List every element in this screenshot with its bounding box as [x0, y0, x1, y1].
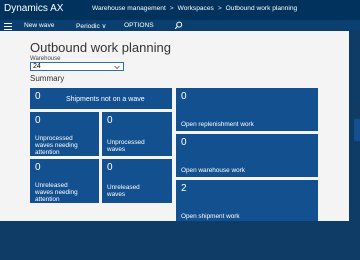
tile-label-line: Unprocessed	[35, 135, 73, 142]
tile-count: 2	[181, 183, 187, 194]
breadcrumb: Warehouse management > Workspaces > Outbound…	[92, 5, 297, 12]
chevron-down-icon	[114, 65, 120, 70]
summary-section-label: Summary	[30, 74, 65, 83]
tile-open-warehouse-work[interactable]: 0 Open warehouse work	[176, 134, 318, 177]
next-section-label: S	[353, 105, 358, 111]
breadcrumb-workspaces[interactable]: Workspaces	[178, 5, 214, 12]
tile-count: 0	[35, 91, 41, 102]
tile-count: 0	[35, 115, 41, 126]
page-title: Outbound work planning	[30, 40, 171, 55]
options-button[interactable]: OPTIONS	[124, 22, 154, 29]
search-icon[interactable]	[174, 21, 183, 30]
tile-label-line: Unreleased	[107, 184, 140, 191]
tile-label-line: waves	[107, 146, 126, 153]
tile-label-line: waves	[107, 191, 126, 198]
tile-open-replenishment-work[interactable]: 0 Open replenishment work	[176, 88, 318, 131]
tile-count: 0	[107, 115, 113, 126]
tile-label-line: Unprocessed	[107, 139, 145, 146]
tile-label-line: attention	[35, 196, 60, 203]
app-name[interactable]: Dynamics AX	[4, 3, 63, 14]
tile-count: 0	[181, 91, 187, 102]
warehouse-select[interactable]: 24	[30, 62, 124, 71]
breadcrumb-warehouse-management[interactable]: Warehouse management	[92, 5, 166, 12]
breadcrumb-outbound-work-planning[interactable]: Outbound work planning	[226, 5, 297, 12]
hamburger-menu-icon[interactable]	[4, 21, 12, 30]
tile-unprocessed-waves-needing-attention[interactable]: 0 Unprocessed waves needing attention	[30, 112, 99, 156]
breadcrumb-separator: >	[169, 5, 174, 12]
tile-count: 0	[35, 162, 41, 173]
breadcrumb-separator: >	[217, 5, 222, 12]
tile-label-line: waves needing	[35, 189, 78, 196]
tile-shipments-not-on-wave[interactable]: 0 Shipments not on a wave	[30, 88, 172, 109]
bottom-background	[0, 221, 360, 260]
tile-open-shipment-work[interactable]: 2 Open shipment work	[176, 180, 318, 223]
tile-label: Open warehouse work	[181, 167, 245, 174]
tile-unprocessed-waves[interactable]: 0 Unprocessed waves	[102, 112, 172, 156]
periodic-menu-button[interactable]: Periodic ∨	[76, 22, 106, 30]
top-navigation-bar: Dynamics AX Warehouse management > Workspa…	[0, 0, 360, 20]
tile-label-line: waves needing	[35, 142, 78, 149]
tile-count: 0	[181, 137, 187, 148]
tile-unreleased-waves-needing-attention[interactable]: 0 Unreleased waves needing attention	[30, 159, 99, 203]
action-bar: New wave Periodic ∨ OPTIONS	[0, 20, 360, 31]
tile-count: 0	[107, 162, 113, 173]
workspace-page: Outbound work planning Warehouse 24 Summ…	[0, 31, 360, 223]
tile-label: Shipments not on a wave	[66, 96, 145, 103]
tile-unreleased-waves[interactable]: 0 Unreleased waves	[102, 159, 172, 203]
tile-label: Open shipment work	[181, 213, 240, 220]
tile-label-line: attention	[35, 149, 60, 156]
warehouse-value: 24	[33, 63, 41, 70]
next-section-tile[interactable]	[354, 119, 360, 141]
new-wave-button[interactable]: New wave	[24, 22, 54, 29]
tile-label-line: Unreleased	[35, 182, 68, 189]
tile-label: Open replenishment work	[181, 121, 254, 128]
